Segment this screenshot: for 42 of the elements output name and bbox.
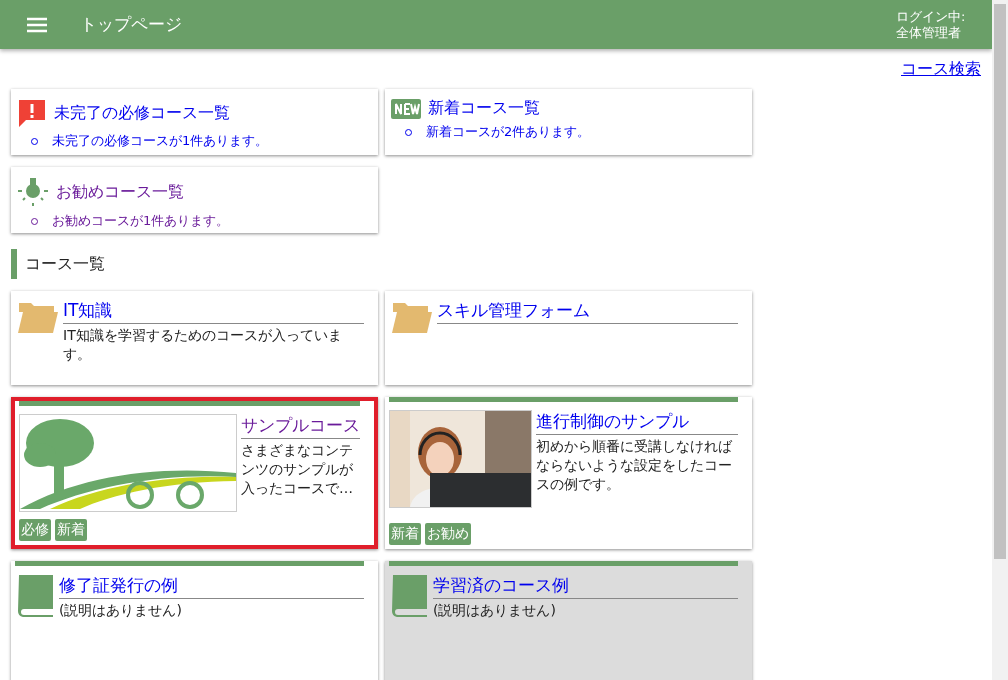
- section-marker: [11, 249, 17, 279]
- scrollbar[interactable]: [992, 0, 1008, 680]
- menu-button[interactable]: [26, 15, 48, 34]
- course-tag: 必修: [19, 519, 51, 541]
- course-title-link[interactable]: 修了証発行の例: [59, 574, 364, 599]
- course-search-link[interactable]: コース検索: [901, 59, 981, 79]
- course-card[interactable]: サンプルコース さまざまなコンテンツのサンプルが入ったコースで… 必修 新着: [11, 397, 378, 549]
- course-tag: 新着: [55, 519, 87, 541]
- notice-title-link[interactable]: 未完了の必修コース一覧: [54, 102, 230, 124]
- scrollbar-thumb[interactable]: [994, 4, 1006, 559]
- course-description: (説明はありません): [59, 601, 183, 620]
- course-card[interactable]: 修了証発行の例 (説明はありません): [11, 561, 378, 680]
- course-description: (説明はありません): [433, 601, 557, 620]
- course-tag: お勧め: [425, 523, 471, 545]
- course-title-link[interactable]: IT知識: [63, 299, 364, 324]
- course-tag: 新着: [389, 523, 421, 545]
- notice-item-link[interactable]: お勧めコースが1件あります。: [52, 212, 230, 230]
- exclamation-icon: [17, 98, 47, 128]
- course-card[interactable]: 学習済のコース例 (説明はありません): [385, 561, 752, 680]
- section-title: コース一覧: [25, 253, 105, 275]
- user-name: 全体管理者: [896, 24, 962, 41]
- course-description: IT知識を学習するためのコースが入っています。: [63, 326, 343, 364]
- course-description: 初めから順番に受講しなければならないような設定をしたコースの例です。: [536, 437, 733, 494]
- course-card[interactable]: 進行制御のサンプル 初めから順番に受講しなければならないような設定をしたコースの例です。 新着 お勧め: [385, 397, 752, 549]
- book-icon: [389, 574, 429, 618]
- course-title-link[interactable]: 学習済のコース例: [433, 574, 738, 599]
- login-label: ログイン中:: [896, 8, 967, 25]
- course-title-link[interactable]: サンプルコース: [241, 414, 360, 439]
- menu-icon: [26, 15, 48, 34]
- course-card[interactable]: スキル管理フォーム: [385, 291, 752, 385]
- lightbulb-icon: [17, 176, 49, 208]
- course-title-link[interactable]: スキル管理フォーム: [437, 299, 738, 324]
- course-card[interactable]: IT知識 IT知識を学習するためのコースが入っています。: [11, 291, 378, 385]
- course-title-link[interactable]: 進行制御のサンプル: [536, 410, 738, 435]
- notice-item-link[interactable]: 未完了の必修コースが1件あります。: [52, 132, 269, 150]
- book-icon: [15, 574, 55, 618]
- notice-title-link[interactable]: お勧めコース一覧: [56, 181, 184, 203]
- course-description: さまざまなコンテンツのサンプルが入ったコースで…: [241, 441, 354, 498]
- new-badge-icon: [391, 98, 421, 119]
- notice-title-link[interactable]: 新着コース一覧: [428, 98, 540, 119]
- notice-item-link[interactable]: 新着コースが2件あります。: [426, 123, 591, 141]
- page-title: トップページ: [80, 13, 183, 36]
